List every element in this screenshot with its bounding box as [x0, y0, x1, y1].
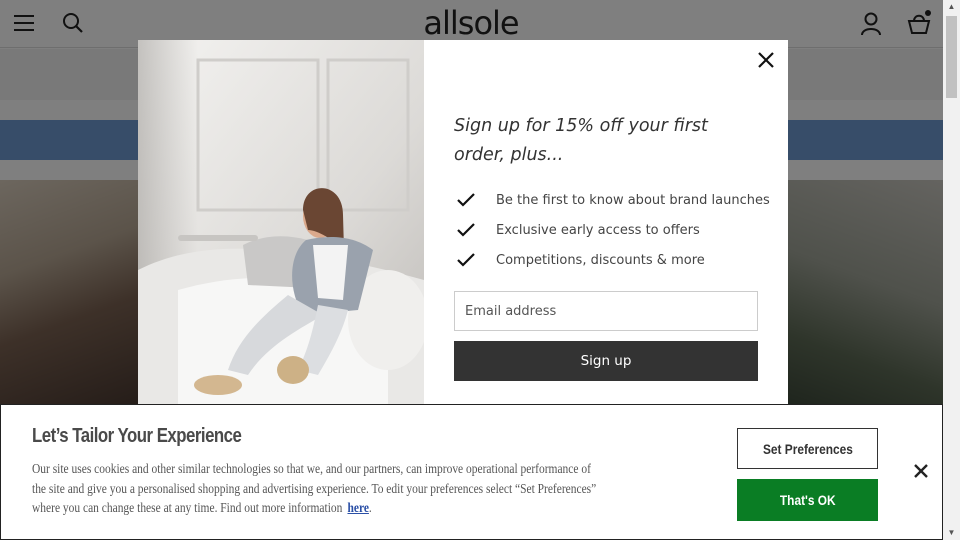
checkmark-icon [457, 193, 475, 207]
benefit-item: Be the first to know about brand launche… [456, 190, 770, 210]
modal-photo [138, 40, 424, 406]
signup-button[interactable]: Sign up [454, 341, 758, 381]
email-field[interactable] [454, 291, 758, 331]
signup-heading: Sign up for 15% off your first order, pl… [454, 116, 708, 165]
signup-form-panel: Sign up for 15% off your first order, pl… [424, 40, 788, 406]
cookie-text-line: the site and give you a personalised sho… [32, 480, 597, 496]
scroll-up-arrow-icon[interactable]: ▲ [943, 0, 960, 14]
signup-modal: Sign up for 15% off your first order, pl… [138, 40, 788, 406]
cookie-text-line: where you can change these at any time. … [32, 500, 343, 515]
scroll-thumb[interactable] [946, 16, 957, 98]
cookie-text-suffix: . [368, 500, 372, 515]
benefit-text: Competitions, discounts & more [496, 252, 705, 268]
benefit-text: Exclusive early access to offers [496, 222, 700, 238]
checkmark-icon [457, 253, 475, 267]
page-scrollbar[interactable]: ▲ ▼ [943, 0, 960, 540]
checkmark-icon [457, 223, 475, 237]
cookie-description: Our site uses cookies and other similar … [32, 459, 627, 518]
accept-cookies-label: That's OK [779, 492, 836, 508]
benefit-item: Exclusive early access to offers [456, 220, 700, 240]
more-info-link[interactable]: here [347, 500, 368, 515]
set-preferences-label: Set Preferences [762, 440, 853, 457]
benefit-text: Be the first to know about brand launche… [496, 192, 770, 208]
close-icon[interactable] [756, 50, 776, 70]
cookie-text-line-last: where you can change these at any time. … [32, 498, 627, 518]
cookie-text-line: Our site uses cookies and other similar … [32, 461, 591, 476]
cookie-title: Let’s Tailor Your Experience [32, 425, 242, 447]
scroll-down-arrow-icon[interactable]: ▼ [943, 526, 960, 540]
accept-cookies-button[interactable]: That's OK [737, 479, 878, 521]
close-banner-icon[interactable] [912, 462, 930, 480]
benefit-item: Competitions, discounts & more [456, 250, 705, 270]
cookie-banner: Let’s Tailor Your Experience Our site us… [0, 404, 943, 540]
set-preferences-button[interactable]: Set Preferences [737, 428, 878, 469]
